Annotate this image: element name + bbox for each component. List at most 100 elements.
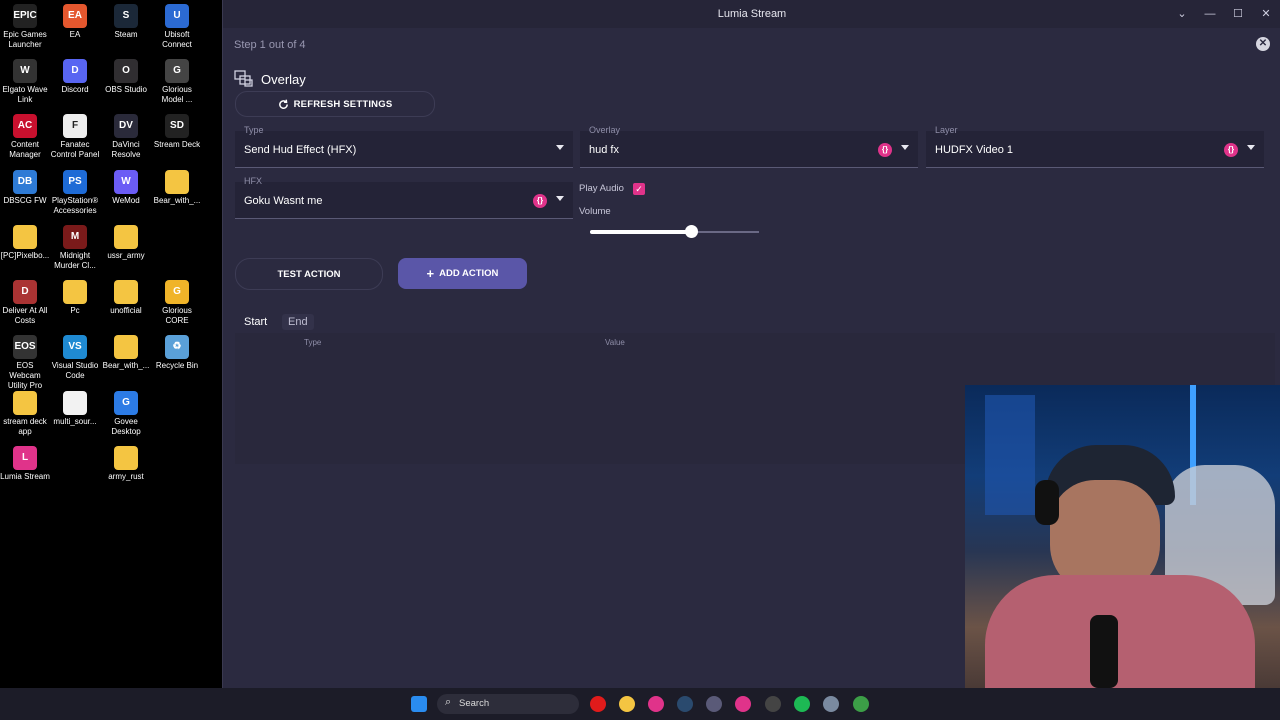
desktop-icon[interactable]: U Ubisoft Connect bbox=[152, 4, 202, 50]
desktop-icon[interactable]: D Deliver At All Costs bbox=[0, 280, 50, 326]
add-action-label: ADD ACTION bbox=[439, 268, 499, 279]
obs-icon[interactable] bbox=[765, 696, 781, 712]
desktop-icon[interactable]: multi_sour... bbox=[50, 391, 100, 427]
lumia-icon[interactable] bbox=[735, 696, 751, 712]
volume-slider-thumb[interactable] bbox=[685, 225, 699, 238]
desktop-icon[interactable]: O OBS Studio bbox=[101, 59, 151, 95]
folder-icon bbox=[63, 391, 87, 415]
app-icon: W bbox=[13, 59, 37, 83]
webcam-feed bbox=[965, 385, 1280, 688]
chevron-down-icon bbox=[1247, 145, 1255, 150]
folder-icon bbox=[114, 446, 138, 470]
desktop-icon[interactable]: ussr_army bbox=[101, 225, 151, 261]
desktop-icon-label: Govee Desktop bbox=[111, 417, 141, 436]
tab-end[interactable]: End bbox=[282, 314, 314, 330]
desktop-icon-label: Fanatec Control Panel bbox=[50, 140, 100, 159]
app-icon: ♻ bbox=[165, 335, 189, 359]
desktop-icon-label: Content Manager bbox=[9, 140, 41, 159]
layer-select[interactable]: Layer HUDFX Video 1 {} bbox=[926, 125, 1264, 168]
opera-gx-icon[interactable] bbox=[648, 696, 664, 712]
desktop-icon[interactable]: W WeMod bbox=[101, 170, 151, 206]
variable-icon[interactable]: {} bbox=[533, 194, 547, 208]
app-icon: PS bbox=[63, 170, 87, 194]
plus-icon: + bbox=[426, 266, 435, 281]
search-icon: ⌕ bbox=[445, 696, 452, 708]
opera-icon[interactable] bbox=[590, 696, 606, 712]
maximize-button[interactable]: ☐ bbox=[1230, 6, 1246, 22]
app-icon[interactable] bbox=[706, 696, 722, 712]
desktop-icon[interactable]: PS PlayStation® Accessories bbox=[50, 170, 100, 216]
type-select[interactable]: Type Send Hud Effect (HFX) bbox=[235, 125, 573, 168]
desktop-icon[interactable]: EA EA bbox=[50, 4, 100, 40]
section-title: Overlay bbox=[261, 72, 306, 87]
desktop-icon[interactable]: M Midnight Murder Cl... bbox=[50, 225, 100, 271]
test-action-button[interactable]: TEST ACTION bbox=[235, 258, 383, 290]
app-icon: L bbox=[13, 446, 37, 470]
desktop-icon[interactable]: unofficial bbox=[101, 280, 151, 316]
desktop-icon[interactable]: Pc bbox=[50, 280, 100, 316]
desktop-icon[interactable]: D Discord bbox=[50, 59, 100, 95]
app-icon: G bbox=[165, 59, 189, 83]
play-audio-checkbox[interactable]: ✓ bbox=[633, 183, 645, 195]
desktop-icon[interactable]: F Fanatec Control Panel bbox=[50, 114, 100, 160]
desktop-icon[interactable]: G Glorious Model ... bbox=[152, 59, 202, 105]
desktop-icon[interactable]: SD Stream Deck bbox=[152, 114, 202, 150]
desktop-icon-label: EOS Webcam Utility Pro bbox=[7, 361, 43, 390]
desktop-icon[interactable]: EOS EOS Webcam Utility Pro bbox=[0, 335, 50, 391]
desktop-icon[interactable]: DB DBSCG FW bbox=[0, 170, 50, 206]
chevron-down-icon bbox=[901, 145, 909, 150]
desktop-icon[interactable]: ♻ Recycle Bin bbox=[152, 335, 202, 371]
desktop-icon-label: Pc bbox=[70, 306, 80, 315]
desktop-icon[interactable]: AC Content Manager bbox=[0, 114, 50, 160]
microphone bbox=[1090, 615, 1118, 688]
chrome-icon[interactable] bbox=[853, 696, 869, 712]
desktop-icon-label: Lumia Stream bbox=[0, 472, 50, 481]
desktop-icon[interactable]: DV DaVinci Resolve bbox=[101, 114, 151, 160]
desktop-icon[interactable]: VS Visual Studio Code bbox=[50, 335, 100, 381]
variable-icon[interactable]: {} bbox=[878, 143, 892, 157]
desktop-icon[interactable]: G Govee Desktop bbox=[101, 391, 151, 437]
spotify-icon[interactable] bbox=[794, 696, 810, 712]
taskbar-search[interactable]: ⌕ Search bbox=[437, 694, 579, 714]
close-wizard-icon[interactable]: ✕ bbox=[1256, 37, 1270, 51]
folder-icon bbox=[114, 335, 138, 359]
title-bar: Lumia Stream ⌄ — ☐ ✕ bbox=[223, 0, 1280, 28]
overlay-label: Overlay bbox=[589, 125, 621, 135]
add-action-button[interactable]: + ADD ACTION bbox=[398, 258, 527, 289]
desktop-icon[interactable]: stream deck app bbox=[0, 391, 50, 437]
minimize-button[interactable]: — bbox=[1202, 6, 1218, 22]
file-explorer-icon[interactable] bbox=[619, 696, 635, 712]
folder-icon bbox=[13, 225, 37, 249]
desktop-icon[interactable]: Bear_with_... bbox=[101, 335, 151, 371]
close-window-button[interactable]: ✕ bbox=[1258, 6, 1274, 22]
app-icon: VS bbox=[63, 335, 87, 359]
steam-icon[interactable] bbox=[677, 696, 693, 712]
volume-slider[interactable] bbox=[590, 225, 759, 238]
desktop-icon[interactable]: W Elgato Wave Link bbox=[0, 59, 50, 105]
start-icon[interactable] bbox=[411, 696, 427, 712]
desktop-icon[interactable]: S Steam bbox=[101, 4, 151, 40]
test-action-label: TEST ACTION bbox=[277, 268, 341, 280]
desktop-icon[interactable]: Bear_with_... bbox=[152, 170, 202, 206]
app-icon: DB bbox=[13, 170, 37, 194]
overlay-select[interactable]: Overlay hud fx {} bbox=[580, 125, 918, 168]
desktop-icon-label: EA bbox=[69, 30, 81, 39]
app-icon: G bbox=[114, 391, 138, 415]
refresh-settings-button[interactable]: REFRESH SETTINGS bbox=[235, 91, 435, 117]
desktop-icon[interactable]: army_rust bbox=[101, 446, 151, 482]
settings-icon[interactable] bbox=[823, 696, 839, 712]
desktop-icon[interactable]: [PC]Pixelbo... bbox=[0, 225, 50, 261]
hfx-select[interactable]: HFX Goku Wasnt me {} bbox=[235, 176, 573, 219]
chevron-down-icon[interactable]: ⌄ bbox=[1174, 6, 1190, 22]
desktop-icon-label: Epic Games Launcher bbox=[3, 30, 47, 49]
tab-start[interactable]: Start bbox=[238, 314, 273, 330]
hfx-value: Goku Wasnt me bbox=[244, 195, 323, 207]
desktop-icon[interactable]: L Lumia Stream bbox=[0, 446, 50, 482]
desktop-icon[interactable]: EPIC Epic Games Launcher bbox=[0, 4, 50, 50]
headphones bbox=[1035, 480, 1059, 525]
app-icon: SD bbox=[165, 114, 189, 138]
search-placeholder: Search bbox=[459, 698, 490, 709]
play-audio-label: Play Audio bbox=[579, 183, 624, 194]
variable-icon[interactable]: {} bbox=[1224, 143, 1238, 157]
desktop-icon[interactable]: G Glorious CORE bbox=[152, 280, 202, 326]
